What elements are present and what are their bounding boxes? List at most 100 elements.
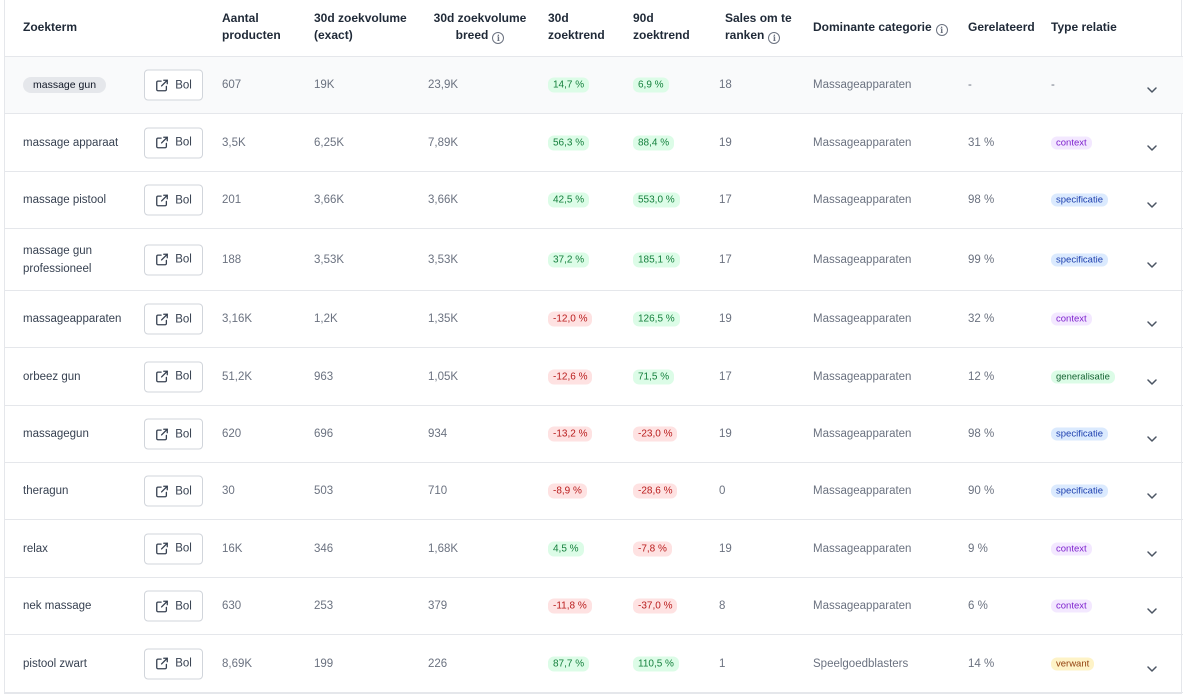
info-icon[interactable]: i bbox=[768, 32, 781, 44]
zoekterm-cell: relax bbox=[23, 540, 141, 558]
gerelateerd: 98 % bbox=[968, 428, 995, 440]
dominante-categorie: Massageapparaten bbox=[813, 79, 912, 91]
aantal-producten: 3,5K bbox=[222, 136, 246, 149]
info-icon[interactable]: i bbox=[492, 32, 505, 44]
trend-90d-badge: 553,0 % bbox=[633, 192, 680, 208]
col-categorie-label: Dominante categorie bbox=[813, 20, 932, 34]
zoekvolume-exact: 19K bbox=[314, 79, 335, 91]
col-zoekvolume-exact[interactable]: 30d zoekvolume (exact) bbox=[314, 10, 407, 44]
bol-button[interactable]: Bol bbox=[144, 648, 203, 679]
table-row[interactable]: pistool zwart Bol 8,69K 199 226 87,7 % 110,5 %… bbox=[5, 635, 1183, 693]
chevron-down-icon[interactable] bbox=[1146, 545, 1158, 557]
info-icon[interactable]: i bbox=[935, 24, 948, 36]
sales-om-te-ranken: 18 bbox=[719, 79, 732, 91]
col-aantal-producten[interactable]: Aantal producten bbox=[222, 10, 281, 44]
chevron-down-icon[interactable] bbox=[1146, 81, 1158, 93]
col-exact-line1: 30d zoekvolume bbox=[314, 11, 407, 25]
table-row[interactable]: massage gun Bol 607 19K 23,9K 14,7 % 6,9 % 18 Ma… bbox=[5, 57, 1183, 114]
type-relatie-cell: - bbox=[1051, 79, 1055, 91]
col-gerelateerd[interactable]: Gerelateerd bbox=[968, 19, 1035, 36]
bol-button[interactable]: Bol bbox=[144, 184, 203, 216]
type-relatie-cell: context bbox=[1051, 599, 1092, 613]
chevron-down-icon[interactable] bbox=[1146, 430, 1158, 442]
trend-30d-cell: 37,2 % bbox=[548, 252, 590, 267]
bol-button[interactable]: Bol bbox=[144, 361, 203, 392]
zoekterm-cell: pistool zwart bbox=[23, 655, 141, 673]
col-zoekvolume-breed[interactable]: 30d zoekvolume breed i bbox=[433, 10, 527, 44]
dominante-categorie: Massageapparaten bbox=[813, 136, 912, 149]
chevron-down-icon[interactable] bbox=[1146, 487, 1158, 499]
trend-90d-cell: 126,5 % bbox=[633, 311, 680, 327]
bol-button[interactable]: Bol bbox=[144, 127, 203, 158]
trend-90d-cell: -28,6 % bbox=[633, 483, 678, 499]
table-row[interactable]: nek massage Bol 630 253 379 -11,8 % -37,0 % 8 Ma… bbox=[5, 578, 1183, 635]
trend-90d-badge: -37,0 % bbox=[633, 598, 678, 614]
table-row[interactable]: massageapparaten Bol 3,16K 1,2K 1,35K -12,0 %… bbox=[5, 291, 1183, 348]
trend-90d-cell: 6,9 % bbox=[633, 77, 669, 93]
type-relatie-cell: specificatie bbox=[1051, 193, 1108, 207]
bol-button[interactable]: Bol bbox=[144, 475, 203, 507]
aantal-producten: 201 bbox=[222, 194, 242, 206]
zoekterm-cell: nek massage bbox=[23, 597, 141, 615]
type-relatie-tag: context bbox=[1051, 136, 1092, 149]
trend-90d-badge: -23,0 % bbox=[633, 426, 678, 442]
bol-button[interactable]: Bol bbox=[144, 69, 203, 101]
trend-90d-badge: 110,5 % bbox=[633, 656, 679, 671]
search-term: pistool zwart bbox=[23, 657, 87, 670]
gerelateerd: 32 % bbox=[968, 313, 995, 325]
external-link-icon bbox=[155, 136, 169, 150]
table-row[interactable]: massagegun Bol 620 696 934 -13,2 % -23,0 % 19 Ma… bbox=[5, 406, 1183, 463]
bol-button[interactable]: Bol bbox=[144, 244, 203, 275]
bol-button[interactable]: Bol bbox=[144, 418, 203, 450]
col-sales-om-te-ranken[interactable]: Sales om te ranken i bbox=[725, 10, 792, 44]
bol-button-label: Bol bbox=[175, 370, 192, 383]
zoekvolume-breed: 710 bbox=[428, 485, 448, 497]
search-term: nek massage bbox=[23, 600, 92, 612]
zoekvolume-breed: 1,35K bbox=[428, 313, 459, 325]
col-breed-line1: 30d zoekvolume bbox=[433, 11, 527, 25]
chevron-down-icon[interactable] bbox=[1146, 196, 1158, 208]
sales-om-te-ranken: 19 bbox=[719, 428, 732, 440]
trend-90d-badge: -28,6 % bbox=[633, 483, 678, 499]
external-link-icon bbox=[155, 193, 169, 207]
bol-button-label: Bol bbox=[175, 657, 192, 670]
type-relatie-tag: specificatie bbox=[1051, 193, 1108, 207]
bol-button[interactable]: Bol bbox=[144, 533, 203, 564]
type-relatie-cell: context bbox=[1051, 542, 1092, 555]
bol-button[interactable]: Bol bbox=[144, 590, 203, 622]
chevron-down-icon[interactable] bbox=[1146, 373, 1158, 385]
chevron-down-icon[interactable] bbox=[1146, 139, 1158, 151]
gerelateerd: 14 % bbox=[968, 657, 995, 670]
zoekvolume-exact: 346 bbox=[314, 542, 334, 555]
col-90d-zoektrend[interactable]: 90d zoektrend bbox=[633, 10, 690, 44]
trend-90d-cell: 110,5 % bbox=[633, 656, 679, 671]
table-row[interactable]: relax Bol 16K 346 1,68K 4,5 % -7,8 % 19 Massagea… bbox=[5, 520, 1183, 578]
table-row[interactable]: theragun Bol 30 503 710 -8,9 % -28,6 % 0 Massage… bbox=[5, 463, 1183, 520]
chevron-down-icon[interactable] bbox=[1146, 256, 1158, 268]
aantal-producten: 620 bbox=[222, 428, 242, 440]
table-row[interactable]: massage pistool Bol 201 3,66K 3,66K 42,5 % 553… bbox=[5, 172, 1183, 229]
col-30d-zoektrend[interactable]: 30d zoektrend bbox=[548, 10, 605, 44]
trend-30d-badge: 37,2 % bbox=[548, 252, 590, 267]
zoekvolume-breed: 7,89K bbox=[428, 136, 459, 149]
type-relatie-cell: specificatie bbox=[1051, 427, 1108, 441]
col-dominante-categorie[interactable]: Dominante categorie i bbox=[813, 19, 948, 36]
keyword-table: Zoekterm Aantal producten 30d zoekvolume… bbox=[4, 0, 1183, 694]
sales-om-te-ranken: 19 bbox=[719, 542, 732, 555]
external-link-icon bbox=[155, 599, 169, 613]
col-zoekterm[interactable]: Zoekterm bbox=[23, 19, 77, 36]
aantal-producten: 607 bbox=[222, 79, 242, 91]
bol-button[interactable]: Bol bbox=[144, 303, 203, 335]
table-row[interactable]: massage apparaat Bol 3,5K 6,25K 7,89K 56,3 % 8… bbox=[5, 114, 1183, 172]
table-row[interactable]: massage gun professioneel Bol 188 3,53K 3,53… bbox=[5, 229, 1183, 291]
chevron-down-icon[interactable] bbox=[1146, 660, 1158, 672]
col-aantal-line2: producten bbox=[222, 28, 281, 42]
table-row[interactable]: orbeez gun Bol 51,2K 963 1,05K -12,6 % 71,5 % 1… bbox=[5, 348, 1183, 406]
col-type-relatie[interactable]: Type relatie bbox=[1051, 19, 1117, 36]
chevron-down-icon[interactable] bbox=[1146, 602, 1158, 614]
zoekvolume-exact: 3,53K bbox=[314, 253, 345, 266]
aantal-producten: 30 bbox=[222, 485, 235, 497]
chevron-down-icon[interactable] bbox=[1146, 315, 1158, 327]
zoekvolume-exact: 6,25K bbox=[314, 136, 345, 149]
dominante-categorie: Massageapparaten bbox=[813, 370, 912, 383]
